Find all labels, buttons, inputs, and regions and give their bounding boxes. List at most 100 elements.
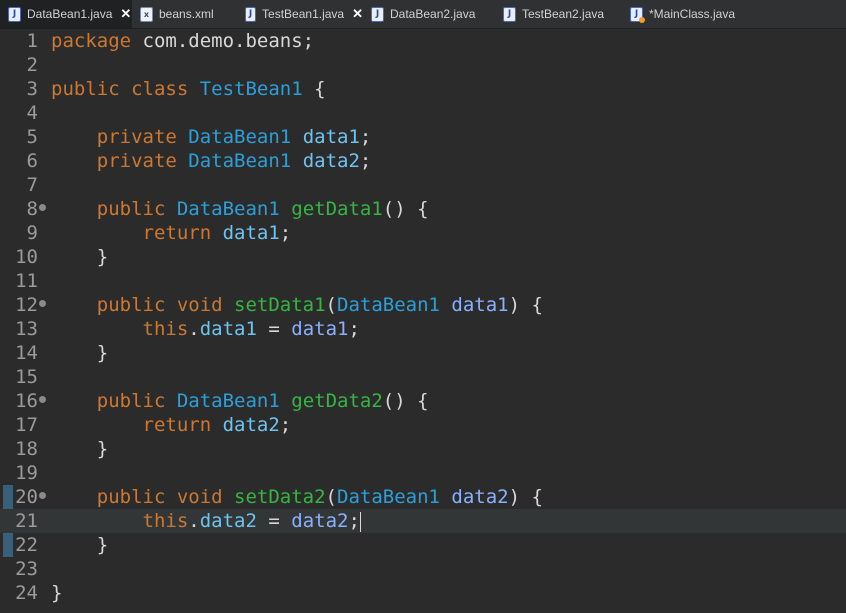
fold-toggle-icon[interactable] [39, 492, 46, 499]
code-text: this.data1 = data1; [51, 317, 360, 341]
code-line[interactable]: 14 } [0, 341, 846, 365]
code-token: . [188, 510, 200, 532]
tab-label: DataBean2.java [390, 7, 476, 21]
line-number: 2 [26, 54, 38, 76]
line-number: 14 [15, 342, 38, 364]
code-text: public void setData2(DataBean1 data2) { [51, 485, 543, 509]
code-token: . [188, 318, 200, 340]
line-number: 7 [26, 174, 38, 196]
code-token: data1 [451, 294, 509, 316]
code-token: ; [348, 318, 360, 340]
code-line[interactable]: 19 [0, 461, 846, 485]
fold-toggle-icon[interactable] [39, 300, 46, 307]
code-token: ; [279, 414, 292, 436]
line-number: 5 [26, 126, 38, 148]
java-file-icon: J [371, 6, 384, 22]
code-text: } [51, 533, 108, 557]
line-number: 18 [15, 438, 38, 460]
code-line[interactable]: 10 } [0, 245, 846, 269]
code-text: } [51, 437, 108, 461]
line-number: 20 [15, 486, 38, 508]
code-line[interactable]: 5 private DataBean1 data1; [0, 125, 846, 149]
code-line[interactable]: 3 public class TestBean1 { [0, 77, 846, 101]
code-line[interactable]: 20 public void setData2(DataBean1 data2)… [0, 485, 846, 509]
code-line[interactable]: 21 this.data2 = data2; [0, 509, 846, 533]
tab-label: beans.xml [159, 7, 214, 21]
tab-beans-xml[interactable]: x beans.xml [132, 0, 237, 28]
code-text: private DataBean1 data2; [51, 149, 372, 173]
java-file-icon: J [503, 6, 516, 22]
code-line[interactable]: 18 } [0, 437, 846, 461]
code-editor[interactable]: 1 package com.demo.beans; 2 3 public class T… [0, 29, 846, 613]
code-token: public void [51, 486, 235, 508]
code-token: data2 [199, 510, 257, 532]
line-number: 10 [15, 246, 38, 268]
line-number: 16 [15, 390, 38, 412]
tab-databean1-java[interactable]: J DataBean1.java ✕ [0, 0, 132, 28]
code-line[interactable]: 9 return data1; [0, 221, 846, 245]
code-line[interactable]: 15 [0, 365, 846, 389]
code-token: = [256, 318, 292, 340]
tab-label: TestBean1.java [262, 7, 345, 21]
code-line[interactable]: 17 return data2; [0, 413, 846, 437]
line-number: 1 [26, 30, 38, 52]
code-token: getData1 [291, 198, 383, 220]
fold-toggle-icon[interactable] [39, 396, 46, 403]
code-token: data1 [302, 126, 360, 148]
code-token: ) { [508, 294, 543, 316]
code-token: () { [382, 390, 429, 412]
code-line[interactable]: 23 [0, 557, 846, 581]
code-line[interactable]: 4 [0, 101, 846, 125]
code-line[interactable]: 24} [0, 581, 846, 605]
close-tab-icon[interactable]: ✕ [120, 6, 131, 22]
code-line[interactable]: 8 public DataBean1 getData1() { [0, 197, 846, 221]
fold-toggle-icon[interactable] [39, 204, 46, 211]
code-token: { [302, 78, 326, 100]
line-number: 9 [26, 222, 38, 244]
code-token: private [51, 126, 189, 148]
line-number: 15 [15, 366, 38, 388]
code-token: () { [382, 198, 429, 220]
code-token: } [51, 582, 63, 604]
tab-mainclass-java[interactable]: J *MainClass.java [622, 0, 762, 28]
code-text: } [51, 245, 108, 269]
tab-testbean1-java[interactable]: J TestBean1.java ✕ [237, 0, 363, 28]
tab-testbean2-java[interactable]: J TestBean2.java [495, 0, 622, 28]
line-number: 21 [15, 510, 38, 532]
code-token: data2 [222, 414, 280, 436]
code-token: public class [51, 78, 200, 100]
xml-file-icon: x [140, 6, 153, 22]
code-text: } [51, 581, 62, 605]
code-token: ( [325, 294, 337, 316]
line-number: 23 [15, 558, 38, 580]
code-line[interactable]: 16 public DataBean1 getData2() { [0, 389, 846, 413]
code-token: } [51, 342, 109, 364]
code-text: private DataBean1 data1; [51, 125, 372, 149]
code-token: data2 [451, 486, 509, 508]
code-line[interactable]: 2 [0, 53, 846, 77]
tab-databean2-java[interactable]: J DataBean2.java [363, 0, 495, 28]
line-number: 13 [15, 318, 38, 340]
tab-label: DataBean1.java [27, 7, 113, 21]
code-line[interactable]: 22 } [0, 533, 846, 557]
code-token: DataBean1 [337, 294, 440, 316]
line-number: 24 [15, 582, 38, 604]
code-token: DataBean1 [337, 486, 440, 508]
code-line[interactable]: 11 [0, 269, 846, 293]
code-line[interactable]: 6 private DataBean1 data2; [0, 149, 846, 173]
close-tab-icon[interactable]: ✕ [352, 6, 363, 22]
line-number: 17 [15, 414, 38, 436]
code-token: } [51, 534, 109, 556]
code-line[interactable]: 1 package com.demo.beans; [0, 29, 846, 53]
line-number: 12 [15, 294, 38, 316]
code-text: public DataBean1 getData2() { [51, 389, 429, 413]
code-line[interactable]: 12 public void setData1(DataBean1 data1)… [0, 293, 846, 317]
code-line[interactable]: 13 this.data1 = data1; [0, 317, 846, 341]
code-token: public void [51, 294, 235, 316]
code-line[interactable]: 7 [0, 173, 846, 197]
